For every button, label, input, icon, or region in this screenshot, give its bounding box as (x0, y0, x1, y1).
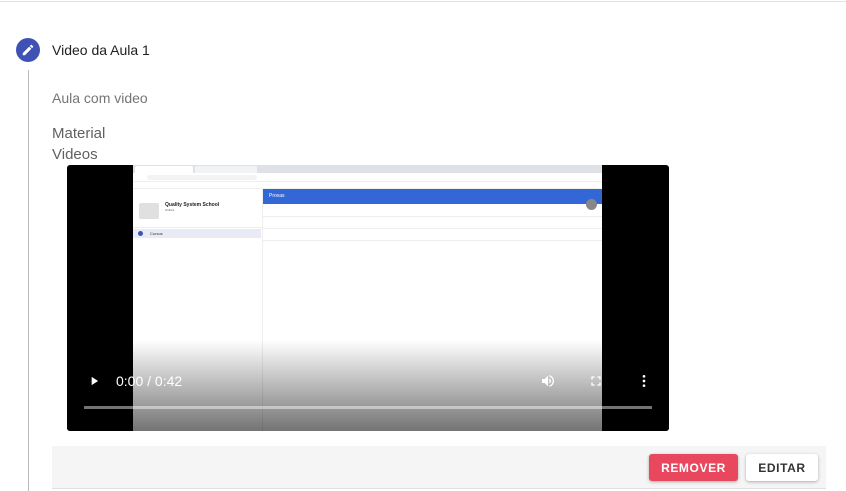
video-progress-bar[interactable] (84, 406, 652, 409)
frame-side-divider (133, 227, 263, 228)
remove-button[interactable]: REMOVER (649, 454, 738, 481)
volume-icon[interactable] (539, 373, 557, 389)
frame-logo (139, 203, 159, 219)
step-title[interactable]: Video da Aula 1 (52, 42, 150, 58)
lesson-description: Aula com video (52, 90, 148, 106)
edit-button[interactable]: EDITAR (746, 454, 818, 481)
more-vertical-icon[interactable] (639, 373, 649, 389)
video-time: 0:00 / 0:42 (116, 373, 183, 389)
frame-side-dot (138, 231, 143, 236)
material-heading: Material (52, 125, 106, 142)
top-divider (0, 1, 846, 2)
fullscreen-icon[interactable] (588, 373, 604, 389)
frame-bookmarks-bar (133, 182, 602, 189)
frame-url-field (147, 175, 257, 180)
frame-school-sub: Oxford (165, 208, 175, 212)
pencil-icon (22, 44, 34, 56)
frame-side-item: Cursos (150, 231, 163, 236)
frame-list-row (263, 205, 602, 217)
step-connector-line (28, 70, 29, 491)
step-indicator (16, 38, 40, 62)
frame-list-row (263, 229, 602, 241)
videos-heading: Videos (52, 146, 98, 163)
frame-appbar-title: Provas (269, 193, 285, 199)
play-icon[interactable] (87, 374, 101, 388)
video-player[interactable]: Quality System School Oxford Cursos Prov… (67, 165, 669, 431)
frame-tab-bar (133, 165, 602, 173)
frame-list-row (263, 217, 602, 229)
frame-appbar (263, 189, 602, 204)
